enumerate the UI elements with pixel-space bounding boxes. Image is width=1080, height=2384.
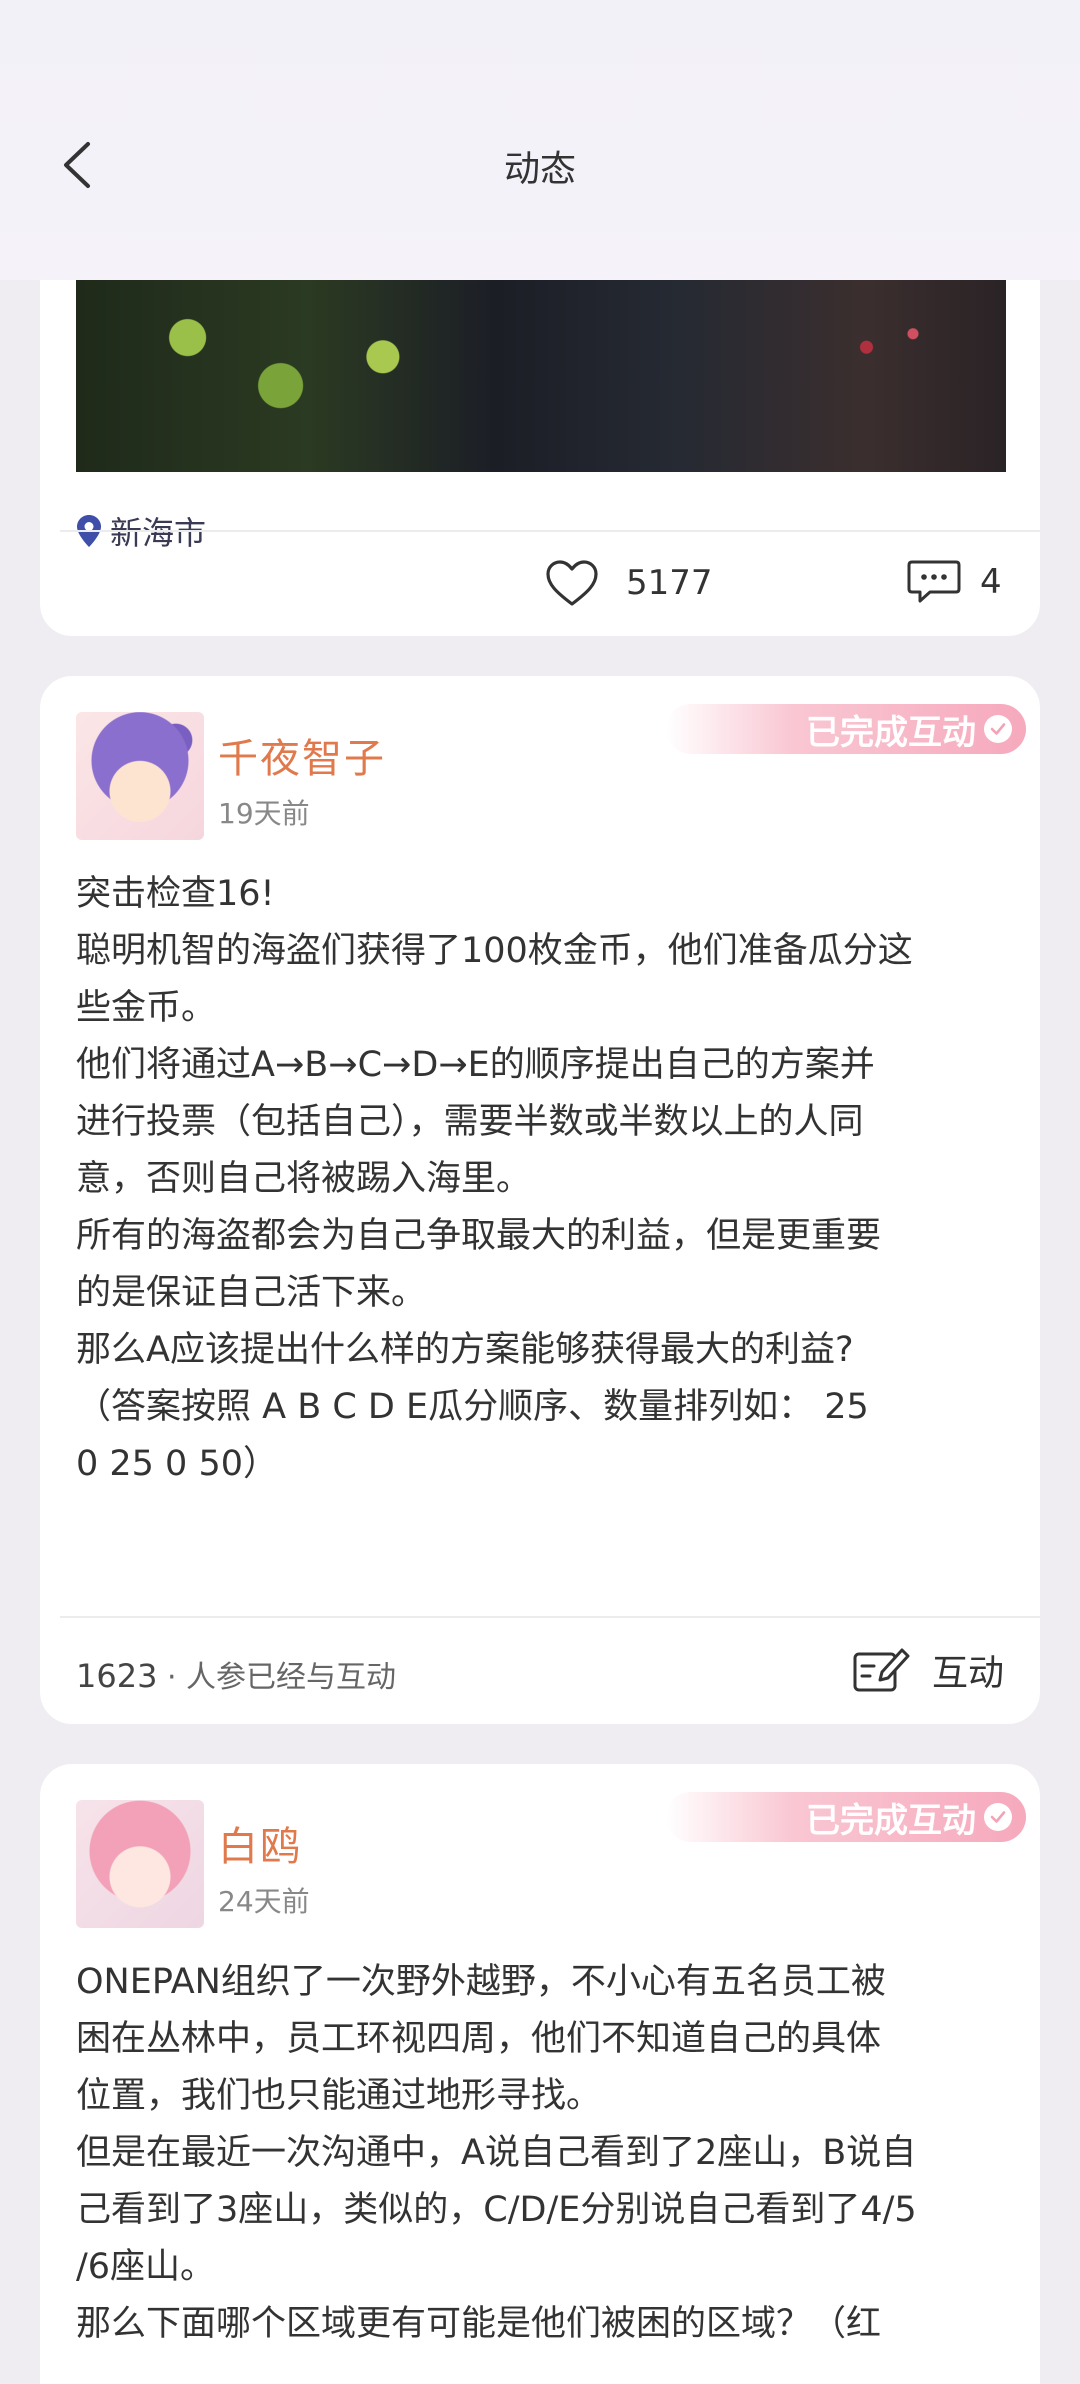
text-line: 那么A应该提出什么样的方案能够获得最大的利益? <box>76 1330 854 1370</box>
text-line: （答案按照 A B C D E瓜分顺序、数量排列如： 25 <box>76 1387 869 1427</box>
text-line: 的是保证自己活下来。 <box>76 1273 427 1313</box>
text-line: 些金币。 <box>76 988 217 1028</box>
post-time: 24天前 <box>218 1885 310 1918</box>
text-line: 0 25 0 50） <box>76 1444 278 1484</box>
comment-count: 4 <box>980 562 1002 602</box>
text-line: 困在丛林中，员工环视四周，他们不知道自己的具体 <box>76 2019 882 2059</box>
post-photo[interactable] <box>76 280 1006 472</box>
text-line: 意，否则自己将被踢入海里。 <box>76 1159 532 1199</box>
text-line: 进行投票（包括自己），需要半数或半数以上的人同 <box>76 1102 864 1142</box>
divider <box>60 530 1040 532</box>
avatar[interactable] <box>76 712 204 840</box>
avatar[interactable] <box>76 1800 204 1928</box>
divider <box>60 1616 1040 1618</box>
participant-label: · 人参已经与互动 <box>157 1660 397 1695</box>
text-line: 他们将通过A→B→C→D→E的顺序提出自己的方案并 <box>76 1045 875 1085</box>
username[interactable]: 白鸥 <box>218 1814 302 1872</box>
post-text: 突击检查16! 聪明机智的海盗们获得了100枚金币，他们准备瓜分这 些金币。 他… <box>76 866 1006 1493</box>
username[interactable]: 千夜智子 <box>218 726 386 784</box>
post-text: ONEPAN组织了一次野外越野，不小心有五名员工被 困在丛林中，员工环视四周，他… <box>76 1954 1006 2353</box>
top-bar: 动态 <box>0 0 1080 280</box>
like-button[interactable]: 5177 <box>544 558 713 608</box>
post-time: 19天前 <box>218 797 310 830</box>
comment-button[interactable]: 4 <box>906 558 1002 606</box>
interact-label: 互动 <box>931 1653 1004 1694</box>
page-title: 动态 <box>503 149 576 190</box>
interact-button[interactable]: 互动 <box>852 1644 1004 1696</box>
text-line: 那么下面哪个区域更有可能是他们被困的区域？（红 <box>76 2304 882 2344</box>
post-card[interactable]: 千夜智子 19天前 已完成互动 突击检查16! 聪明机智的海盗们获得了100枚金… <box>40 676 1040 1724</box>
post-card[interactable]: 新海市 5177 4 <box>40 240 1040 636</box>
text-line: /6座山。 <box>76 2247 216 2287</box>
post-card[interactable]: 白鸥 24天前 已完成互动 ONEPAN组织了一次野外越野，不小心有五名员工被 … <box>40 1764 1040 2384</box>
badge-label: 已完成互动 <box>806 1800 976 1841</box>
text-line: 突击检查16! <box>76 874 275 914</box>
edit-note-icon <box>853 1648 910 1692</box>
status-badge: 已完成互动 <box>666 1792 1026 1842</box>
status-badge: 已完成互动 <box>666 704 1026 754</box>
text-line: 所有的海盗都会为自己争取最大的利益，但是更重要 <box>76 1216 882 1256</box>
like-count: 5177 <box>626 563 713 603</box>
check-icon <box>984 715 1012 743</box>
text-line: 但是在最近一次沟通中，A说自己看到了2座山，B说自 <box>76 2133 917 2173</box>
check-icon <box>984 1803 1012 1831</box>
participant-count: 1623 · 人参已经与互动 <box>76 1652 396 1696</box>
heart-icon <box>546 560 598 606</box>
participant-number: 1623 <box>76 1657 158 1695</box>
text-line: ONEPAN组织了一次野外越野，不小心有五名员工被 <box>76 1962 886 2002</box>
badge-label: 已完成互动 <box>806 712 976 753</box>
text-line: 聪明机智的海盗们获得了100枚金币，他们准备瓜分这 <box>76 931 913 971</box>
text-line: 己看到了3座山，类似的，C/D/E分别说自己看到了4/5 <box>76 2190 917 2230</box>
comment-icon <box>907 560 961 603</box>
text-line: 位置，我们也只能通过地形寻找。 <box>76 2076 602 2116</box>
